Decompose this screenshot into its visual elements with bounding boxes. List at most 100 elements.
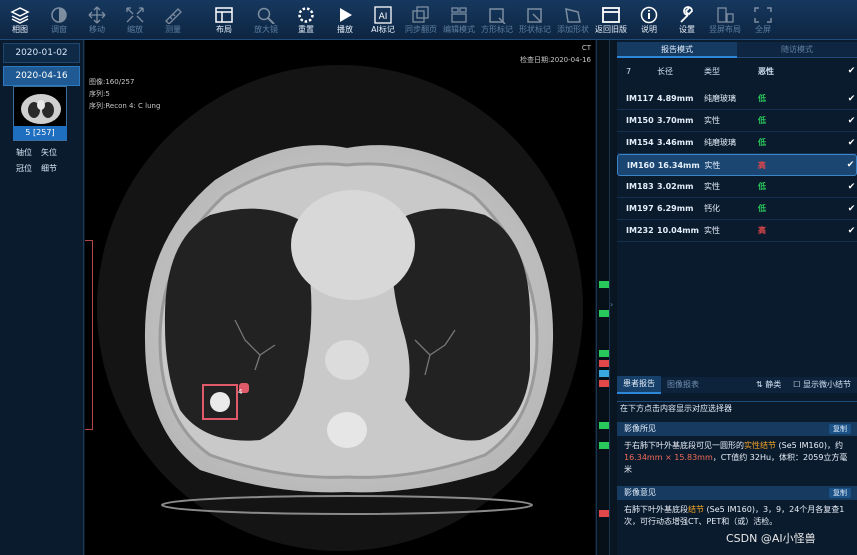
nodule-checkbox[interactable]: ✔ — [847, 226, 857, 236]
nodule-checkbox[interactable]: ✔ — [847, 94, 857, 104]
toolbar-button-ai[interactable]: AI AI标记 — [364, 0, 402, 40]
toolbar-button-shape-mark[interactable]: 形状标记 — [516, 0, 554, 40]
info-icon — [638, 5, 660, 25]
toolbar-label: 移动 — [89, 24, 105, 34]
collapse-arrow-icon[interactable]: › — [610, 300, 616, 320]
copy-findings-button[interactable]: 复制 — [829, 424, 851, 434]
strip-marker[interactable] — [599, 442, 609, 449]
view-sagittal-button[interactable]: 矢位 — [41, 147, 57, 158]
toolbar-button-edit[interactable]: 编辑模式 — [440, 0, 478, 40]
strip-marker[interactable] — [599, 422, 609, 429]
opinion-header: 影像意见 复制 — [617, 486, 857, 500]
opinion-highlight: 结节 — [688, 505, 704, 514]
show-small-nodules-toggle[interactable]: ☐ 显示微小结节 — [787, 377, 857, 393]
toolbar-button-portrait[interactable]: 竖屏布局 — [706, 0, 744, 40]
reset-icon — [295, 5, 317, 25]
ct-image-viewer[interactable]: 4 图像:160/257 序列:5 序列:Recon 4: C lung CT … — [85, 40, 595, 555]
portrait-icon — [714, 5, 736, 25]
nodule-row[interactable]: IM183 3.02mm 实性 低 ✔ — [617, 176, 857, 198]
thumbnail-caption: 5 [257] — [13, 126, 67, 140]
toolbar-button-window[interactable]: 返回旧版 — [592, 0, 630, 40]
nodule-row[interactable]: IM197 6.29mm 钙化 低 ✔ — [617, 198, 857, 220]
toolbar-label: 缩放 — [127, 24, 143, 34]
toolbar-label: 编辑模式 — [443, 24, 475, 34]
ruler-icon — [162, 5, 184, 25]
toolbar-button-add-shape[interactable]: 添加形状 — [554, 0, 592, 40]
contrast-icon — [48, 5, 70, 25]
toolbar-button-magnifier[interactable]: 放大镜 — [246, 0, 286, 40]
nodule-diameter: 3.70mm — [657, 116, 694, 125]
nodule-count: 7 — [626, 66, 632, 76]
select-all-checkbox[interactable]: ✔ — [847, 66, 857, 76]
findings-title: 影像所见 — [624, 424, 656, 433]
strip-marker[interactable] — [599, 350, 609, 357]
toolbar-button-move[interactable]: 移动 — [78, 0, 116, 40]
toolbar-button-layers[interactable]: 相图 — [0, 0, 40, 40]
tab-followup-mode[interactable]: 随访模式 — [737, 42, 857, 58]
nodule-row[interactable]: IM232 10.04mm 实性 高 ✔ — [617, 220, 857, 242]
findings-text[interactable]: 于右肺下叶外基底段可见一圆形的实性结节 (Se5 IM160)，约 16.34m… — [617, 437, 857, 485]
toolbar-button-square-mark[interactable]: 方形标记 — [478, 0, 516, 40]
toolbar-button-zoom-expand[interactable]: 缩放 — [116, 0, 154, 40]
nodule-checkbox[interactable]: ✔ — [847, 138, 857, 148]
nodule-row[interactable]: IM154 3.46mm 纯磨玻璃 低 ✔ — [617, 132, 857, 154]
nodule-diameter: 16.34mm — [657, 160, 700, 170]
nodule-row[interactable]: IM160 16.34mm 实性 高 ✔ — [617, 154, 857, 176]
view-detail-button[interactable]: 细节 — [41, 163, 57, 174]
column-type[interactable]: 类型 — [704, 66, 758, 77]
findings-text-part: 于右肺下叶外基底段可见一圆形的 — [624, 441, 744, 450]
column-diameter[interactable]: 长径 — [657, 66, 704, 77]
study-date-2[interactable]: 2020-04-16 — [3, 66, 80, 86]
nodule-position-strip[interactable] — [596, 40, 610, 555]
toolbar-button-fullscreen[interactable]: 全屏 — [744, 0, 782, 40]
toolbar-label: 调窗 — [51, 24, 67, 34]
nodule-tag-label: 4 — [238, 388, 243, 396]
strip-marker[interactable] — [599, 510, 609, 517]
toolbar-label: 布局 — [216, 24, 232, 34]
view-coronal-button[interactable]: 冠位 — [16, 163, 32, 174]
toolbar-button-wrench[interactable]: 设置 — [668, 0, 706, 40]
toolbar-button-sync[interactable]: 同步翻页 — [402, 0, 440, 40]
nodule-risk: 低 — [758, 94, 766, 103]
toolbar-button-info[interactable]: 说明 — [630, 0, 668, 40]
findings-highlight: 实性结节 — [744, 441, 776, 450]
edit-icon — [448, 5, 470, 25]
toolbar-button-play[interactable]: 播放 — [326, 0, 364, 40]
nodule-checkbox[interactable]: ✔ — [847, 204, 857, 214]
study-date-1[interactable]: 2020-01-02 — [3, 43, 80, 63]
nodule-list: IM117 4.89mm 纯磨玻璃低 ✔ IM150 3.70mm 实性低 ✔ IM154 3.4… — [617, 88, 857, 242]
nodule-risk: 低 — [758, 138, 766, 147]
toolbar-label: 重置 — [298, 24, 314, 34]
hint-text: 在下方点击内容显示对应选择器 — [617, 401, 857, 415]
copy-opinion-button[interactable]: 复制 — [829, 488, 851, 498]
tab-report-mode[interactable]: 报告模式 — [617, 42, 737, 58]
toolbar-button-contrast[interactable]: 调窗 — [40, 0, 78, 40]
strip-marker[interactable] — [599, 380, 609, 387]
series-description: 序列:Recon 4: C lung — [89, 102, 161, 110]
sort-button[interactable]: ⇅ 静类 — [750, 377, 787, 393]
strip-marker[interactable] — [599, 370, 609, 377]
nodule-row[interactable]: IM150 3.70mm 实性 低 ✔ — [617, 110, 857, 132]
toolbar-button-layout[interactable]: 布局 — [202, 0, 246, 40]
toolbar-button-ruler[interactable]: 测量 — [154, 0, 192, 40]
strip-marker[interactable] — [599, 281, 609, 288]
nodule-row[interactable]: IM117 4.89mm 纯磨玻璃 低 ✔ — [617, 88, 857, 110]
toolbar-button-reset[interactable]: 重置 — [286, 0, 326, 40]
watermark: CSDN @AI小怪兽 — [726, 532, 816, 545]
toolbar: 相图 调窗 移动 缩放 测量 布局 放大镜 重置 播放 AI AI标记 同步翻页 编辑模式 方形标记 形状标… — [0, 0, 857, 40]
show-small-label: 显示微小结节 — [803, 380, 851, 389]
column-risk[interactable]: 恶性 — [758, 66, 846, 77]
tab-patient-report[interactable]: 患者报告 — [617, 376, 661, 394]
view-axial-button[interactable]: 轴位 — [16, 147, 32, 158]
zoom-expand-icon — [124, 5, 146, 25]
play-icon — [334, 5, 356, 25]
nodule-risk: 低 — [758, 182, 766, 191]
nodule-checkbox[interactable]: ✔ — [846, 160, 856, 170]
strip-marker[interactable] — [599, 310, 609, 317]
nodule-checkbox[interactable]: ✔ — [847, 182, 857, 192]
sort-icon: ⇅ — [756, 380, 766, 389]
nodule-checkbox[interactable]: ✔ — [847, 116, 857, 126]
tab-image-report[interactable]: 图像报表 — [661, 377, 705, 393]
findings-text-part: (Se5 IM160)，约 — [776, 441, 843, 450]
strip-marker[interactable] — [599, 360, 609, 367]
